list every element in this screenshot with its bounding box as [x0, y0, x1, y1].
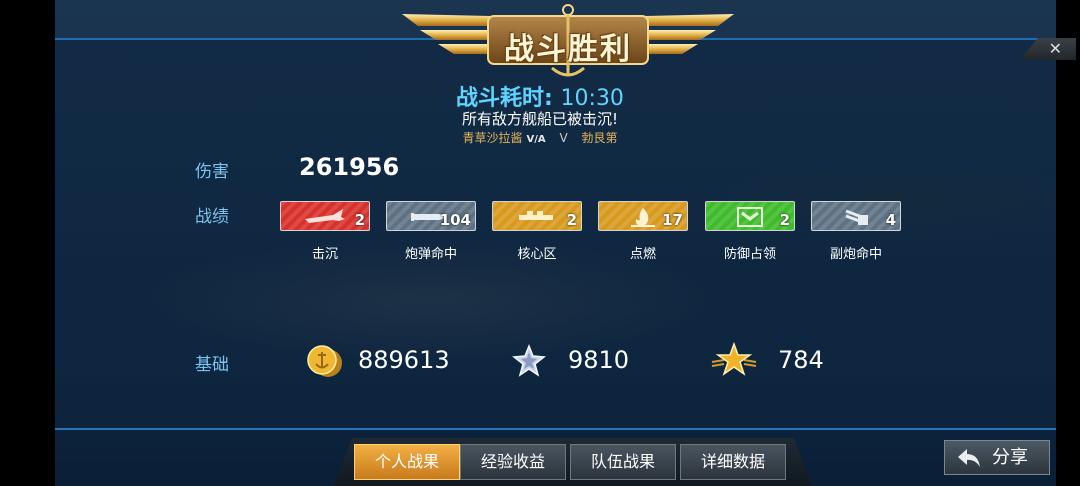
panel-divider [55, 428, 1056, 430]
badge-count: 2 [779, 211, 790, 229]
tab-detailed-data[interactable]: 详细数据 [680, 444, 786, 480]
plane-icon [305, 209, 345, 223]
gold-star-value: 784 [778, 346, 824, 374]
silver-star-icon [512, 344, 546, 377]
share-arrow-icon [958, 449, 980, 467]
badge-sink[interactable]: 2 [280, 201, 370, 231]
tab-team-results[interactable]: 队伍战果 [570, 444, 676, 480]
damage-label: 伤害 [195, 162, 229, 182]
badge-count: 104 [439, 211, 471, 229]
gold-star-icon [711, 342, 757, 376]
right-letterbox [1056, 0, 1080, 486]
left-letterbox [0, 0, 55, 486]
badge-caption: 点燃 [629, 247, 656, 262]
badge-count: 17 [662, 211, 683, 229]
badge-citadel[interactable]: 2 [492, 201, 582, 231]
badge-secondary-hits[interactable]: 4 [811, 201, 901, 231]
chevron-rank-icon [737, 207, 763, 227]
badge-caption: 防御占领 [723, 247, 776, 262]
citadel-icon [519, 211, 553, 220]
tab-exp-gains[interactable]: 经验收益 [460, 444, 566, 480]
result-message: 所有敌方舰船已被击沉! [461, 110, 618, 128]
badge-count: 4 [885, 211, 896, 229]
player-left-name: 青草沙拉酱 [462, 131, 523, 145]
damage-value: 261956 [299, 153, 400, 181]
badge-caption: 击沉 [311, 247, 338, 262]
coins-value: 889613 [358, 346, 450, 374]
badge-caption: 炮弹命中 [404, 247, 457, 262]
badge-shell-hits[interactable]: 104 [386, 201, 476, 231]
share-button[interactable]: 分享 [944, 440, 1050, 475]
vs-label: V [559, 131, 568, 145]
share-label: 分享 [992, 447, 1028, 468]
badge-defend-capture[interactable]: 2 [705, 201, 795, 231]
player-right-name: 勃艮第 [581, 131, 618, 145]
record-label: 战绩 [195, 207, 229, 227]
base-label: 基础 [195, 355, 229, 375]
battle-result-screen: 战斗胜利 ✕ 战斗耗时: 10:30 所有敌方舰船已被击沉! 青草沙拉酱 V/A … [0, 0, 1080, 486]
player-left-tag: V/A [526, 134, 546, 145]
victory-banner: 战斗胜利 [402, 2, 734, 82]
silver-star-value: 9810 [568, 346, 630, 374]
fire-icon [631, 208, 655, 227]
badge-count: 2 [354, 211, 365, 229]
badge-caption: 核心区 [517, 247, 557, 262]
tab-personal-results[interactable]: 个人战果 [354, 444, 460, 480]
victory-title: 战斗胜利 [504, 32, 632, 67]
secondary-gun-icon [845, 209, 868, 225]
badge-ignite[interactable]: 17 [598, 201, 688, 231]
badge-caption: 副炮命中 [829, 247, 882, 262]
gold-coin-icon [307, 345, 342, 377]
player-names: 青草沙拉酱 V/A V 勃艮第 [0, 129, 1080, 146]
badge-count: 2 [566, 211, 577, 229]
